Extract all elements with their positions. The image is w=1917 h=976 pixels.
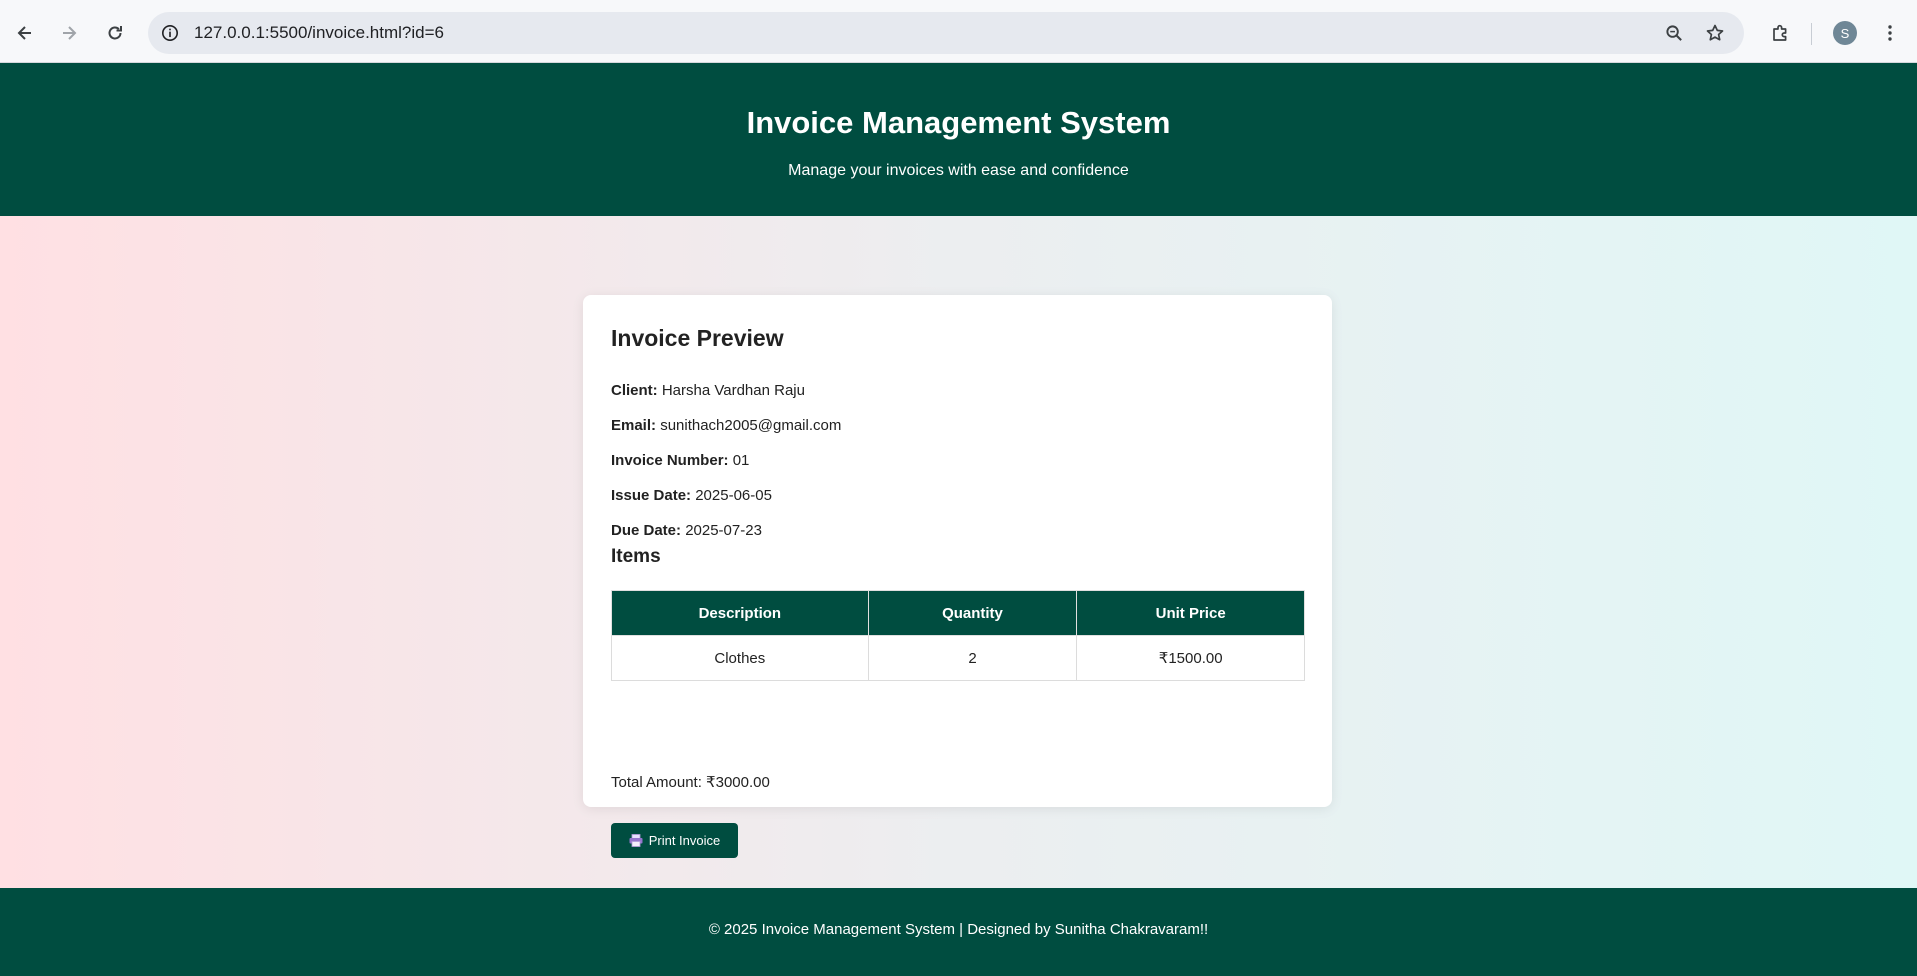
site-header: Invoice Management System Manage your in… xyxy=(0,63,1917,216)
email-value: sunithach2005@gmail.com xyxy=(660,417,842,434)
invoice-number-label: Invoice Number: xyxy=(611,452,729,469)
print-invoice-button[interactable]: Print Invoice xyxy=(611,823,738,858)
client-label: Client: xyxy=(611,382,658,399)
due-date-label: Due Date: xyxy=(611,522,682,539)
more-menu-icon[interactable] xyxy=(1873,16,1907,50)
item-quantity: 2 xyxy=(867,635,1078,681)
site-title: Invoice Management System xyxy=(746,105,1171,140)
toolbar-divider xyxy=(1811,23,1812,45)
extensions-icon[interactable] xyxy=(1763,16,1797,50)
email-field: Email: sunithach2005@gmail.com xyxy=(611,417,841,434)
invoice-preview-card: Invoice Preview Client: Harsha Vardhan R… xyxy=(583,295,1332,858)
items-table: Description Quantity Unit Price Clothes … xyxy=(611,590,1305,681)
issue-date-value: 2025-06-05 xyxy=(695,487,772,504)
issue-date-field: Issue Date: 2025-06-05 xyxy=(611,487,772,504)
reload-icon[interactable] xyxy=(98,16,132,50)
column-header-quantity: Quantity xyxy=(867,590,1078,636)
profile-avatar[interactable]: S xyxy=(1833,21,1857,45)
table-row: Clothes 2 ₹1500.00 xyxy=(611,635,1305,681)
items-table-header: Description Quantity Unit Price xyxy=(611,590,1305,636)
browser-toolbar: 127.0.0.1:5500/invoice.html?id=6 S xyxy=(0,0,1917,63)
zoom-icon[interactable] xyxy=(1662,21,1686,45)
printer-icon xyxy=(629,834,643,847)
column-header-unit-price: Unit Price xyxy=(1076,590,1305,636)
site-footer: © 2025 Invoice Management System | Desig… xyxy=(0,888,1917,976)
item-description: Clothes xyxy=(611,635,869,681)
invoice-number-field: Invoice Number: 01 xyxy=(611,452,749,469)
issue-date-label: Issue Date: xyxy=(611,487,692,504)
email-label: Email: xyxy=(611,417,657,434)
items-heading: Items xyxy=(611,546,661,567)
item-unit-price: ₹1500.00 xyxy=(1076,635,1305,681)
address-bar[interactable]: 127.0.0.1:5500/invoice.html?id=6 xyxy=(148,12,1744,54)
bookmark-star-icon[interactable] xyxy=(1703,21,1727,45)
column-header-description: Description xyxy=(611,590,869,636)
footer-text: © 2025 Invoice Management System | Desig… xyxy=(708,921,1209,938)
main-content: Invoice Preview Client: Harsha Vardhan R… xyxy=(0,216,1917,888)
site-tagline: Manage your invoices with ease and confi… xyxy=(788,162,1129,179)
due-date-value: 2025-07-23 xyxy=(685,522,762,539)
print-invoice-label: Print Invoice xyxy=(648,833,721,848)
invoice-preview-heading: Invoice Preview xyxy=(611,325,784,351)
client-field: Client: Harsha Vardhan Raju xyxy=(611,382,805,399)
client-value: Harsha Vardhan Raju xyxy=(661,382,805,399)
invoice-number-value: 01 xyxy=(732,452,750,469)
site-info-icon[interactable] xyxy=(158,21,182,45)
back-arrow-icon[interactable] xyxy=(8,16,42,50)
url-text[interactable]: 127.0.0.1:5500/invoice.html?id=6 xyxy=(194,23,444,43)
total-amount: Total Amount: ₹3000.00 xyxy=(611,774,770,791)
forward-arrow-icon[interactable] xyxy=(52,16,86,50)
due-date-field: Due Date: 2025-07-23 xyxy=(611,522,762,539)
